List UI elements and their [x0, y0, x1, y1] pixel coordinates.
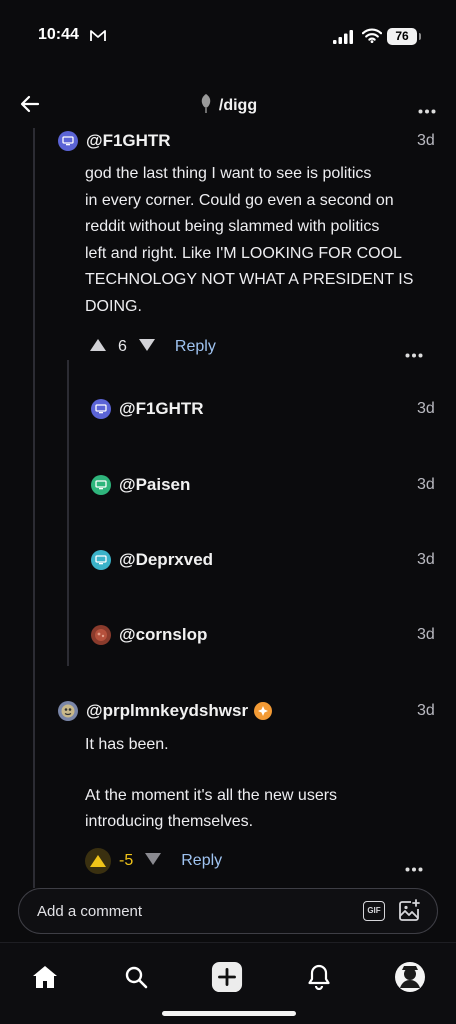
comment-more-icon[interactable] — [405, 859, 423, 877]
add-image-icon[interactable] — [397, 899, 421, 928]
award-badge-icon — [254, 702, 273, 720]
downvote-icon[interactable] — [138, 338, 155, 356]
bottom-tab-bar — [0, 942, 456, 1024]
username[interactable]: @prplmnkeydshwsr — [86, 701, 248, 721]
reply-header[interactable]: @Deprxved — [91, 550, 213, 570]
comment-line: reddit without being slammed with politi… — [85, 218, 380, 235]
reply-header[interactable]: @Paisen — [91, 475, 190, 495]
status-bar: 10:44 76 — [0, 0, 456, 72]
comment-more-icon[interactable] — [405, 345, 423, 363]
home-icon[interactable] — [29, 961, 61, 993]
reply-time: 3d — [417, 626, 435, 643]
reply-header[interactable]: @cornslop — [91, 625, 207, 645]
username[interactable]: @Paisen — [119, 475, 190, 495]
reply-header[interactable]: @F1GHTR — [91, 399, 204, 419]
username[interactable]: @cornslop — [119, 625, 207, 645]
top-navigation: /digg — [0, 84, 456, 124]
gif-icon[interactable]: GIF — [363, 901, 385, 921]
avatar[interactable] — [58, 131, 78, 151]
comment-line: DOING. — [85, 297, 142, 315]
downvote-icon[interactable] — [145, 852, 162, 870]
gmail-icon — [90, 29, 106, 47]
reply-time: 3d — [417, 551, 435, 568]
community-title[interactable]: /digg — [0, 93, 456, 118]
vote-count: 6 — [118, 338, 127, 355]
avatar[interactable] — [91, 625, 111, 645]
username[interactable]: @F1GHTR — [119, 399, 204, 419]
avatar[interactable] — [91, 475, 111, 495]
cellular-signal-icon — [333, 30, 355, 49]
reply-button[interactable]: Reply — [181, 852, 222, 870]
avatar[interactable] — [91, 550, 111, 570]
comment-body: god the last thing I want to see is poli… — [85, 161, 445, 320]
battery-indicator: 76 — [387, 28, 421, 45]
reply-button[interactable]: Reply — [175, 338, 216, 356]
community-name: /digg — [218, 97, 258, 114]
avatar[interactable] — [58, 701, 78, 721]
upvote-active-icon[interactable] — [85, 848, 111, 874]
username[interactable]: @Deprxved — [119, 550, 213, 570]
upvote-icon[interactable] — [90, 338, 106, 356]
comment-header: @F1GHTR — [58, 131, 171, 151]
comment-line: It has been. — [85, 736, 169, 753]
comment-line: left and right. Like I'M LOOKING FOR COO… — [85, 244, 402, 262]
status-time: 10:44 — [38, 26, 79, 43]
more-options-icon[interactable] — [418, 101, 436, 119]
comment-actions: -5 Reply — [85, 847, 222, 875]
comment-line: At the moment it's all the new users — [85, 786, 338, 804]
username[interactable]: @F1GHTR — [86, 131, 171, 151]
comment-time: 3d — [417, 132, 435, 149]
thread-line-inner — [67, 360, 69, 666]
comment-line: TECHNOLOGY NOT WHAT A PRESIDENT IS — [85, 271, 414, 288]
comment-line: god the last thing I want to see is poli… — [85, 165, 372, 182]
thread-line-outer — [33, 128, 35, 888]
reply-time: 3d — [417, 476, 435, 493]
wifi-icon — [361, 28, 383, 48]
home-indicator — [162, 1011, 296, 1016]
comment-line — [85, 759, 425, 783]
comment-time: 3d — [417, 702, 435, 719]
search-icon[interactable] — [120, 961, 152, 993]
comment-body: It has been. At the moment it's all the … — [85, 732, 425, 836]
profile-avatar-icon[interactable] — [394, 961, 426, 993]
notifications-bell-icon[interactable] — [303, 961, 335, 993]
comment-input[interactable]: Add a comment GIF — [18, 888, 438, 934]
avatar[interactable] — [91, 399, 111, 419]
vote-count: -5 — [119, 852, 134, 869]
comment-line: introducing themselves. — [85, 813, 254, 830]
comment-header: @prplmnkeydshwsr — [58, 701, 273, 721]
shovel-icon — [199, 93, 213, 118]
comment-placeholder: Add a comment — [37, 903, 143, 920]
comment-actions: 6 Reply — [90, 333, 216, 361]
comment-line: in every corner. Could go even a second … — [85, 191, 394, 209]
reply-time: 3d — [417, 400, 435, 417]
create-post-icon[interactable] — [211, 961, 243, 993]
